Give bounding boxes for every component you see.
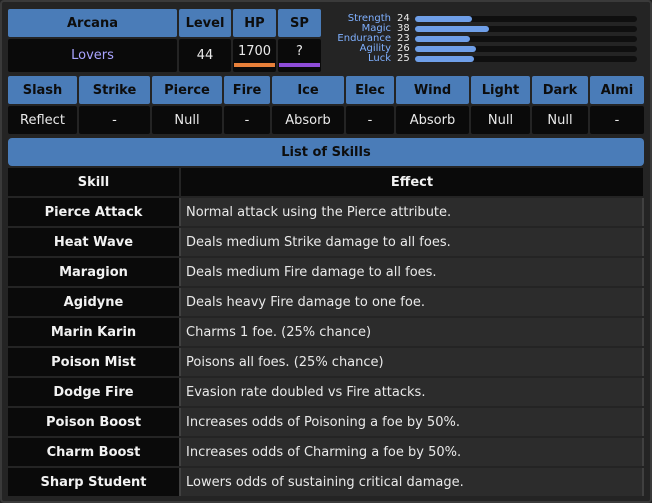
affinity-value-fire: -	[224, 106, 270, 134]
stat-label: Luck	[367, 53, 391, 64]
affinity-value-wind: Absorb	[396, 106, 469, 134]
table-row: Pierce Attack Normal attack using the Pi…	[8, 198, 644, 226]
affinity-value-almi: -	[590, 106, 644, 134]
skill-effect: Deals medium Strike damage to all foes.	[181, 228, 642, 256]
affinity-value-dark: Null	[532, 106, 588, 134]
table-row: Poison Boost Increases odds of Poisoning…	[8, 408, 644, 436]
affinity-value-ice: Absorb	[272, 106, 344, 134]
skill-name: Charm Boost	[8, 438, 179, 466]
hp-value: 1700	[237, 44, 272, 59]
level-header: Level	[179, 9, 231, 37]
skill-effect: Charms 1 foe. (25% chance)	[181, 318, 642, 346]
stat-track	[415, 26, 637, 32]
stat-track	[415, 36, 637, 42]
skills-col-skill: Skill	[8, 168, 179, 196]
stat-fill	[415, 16, 472, 22]
skill-name: Poison Boost	[8, 408, 179, 436]
skill-name: Dodge Fire	[8, 378, 179, 406]
hp-cell: 1700	[233, 39, 276, 72]
affinity-value-elec: -	[346, 106, 394, 134]
skill-name: Heat Wave	[8, 228, 179, 256]
sp-header: SP	[278, 9, 321, 37]
affinity-header-elec: Elec	[346, 76, 394, 104]
skills-title: List of Skills	[8, 138, 644, 166]
table-row: Charm Boost Increases odds of Charming a…	[8, 438, 644, 466]
arcana-header: Arcana	[8, 9, 177, 37]
skill-name: Agidyne	[8, 288, 179, 316]
affinity-value-strike: -	[79, 106, 150, 134]
affinity-header-dark: Dark	[532, 76, 588, 104]
skill-effect: Normal attack using the Pierce attribute…	[181, 198, 642, 226]
table-row: Sharp Student Lowers odds of sustaining …	[8, 468, 644, 496]
stat-value: 25	[397, 53, 410, 64]
stat-track	[415, 16, 637, 22]
hp-bar	[234, 63, 275, 67]
affinity-header-pierce: Pierce	[152, 76, 222, 104]
stat-row-luck: Luck 25	[323, 54, 641, 64]
skill-name: Maragion	[8, 258, 179, 286]
affinity-header-almi: Almi	[590, 76, 644, 104]
affinity-header-slash: Slash	[8, 76, 77, 104]
skill-effect: Lowers odds of sustaining critical damag…	[181, 468, 642, 496]
affinity-header-fire: Fire	[224, 76, 270, 104]
skill-name: Marin Karin	[8, 318, 179, 346]
table-row: Maragion Deals medium Fire damage to all…	[8, 258, 644, 286]
skill-effect: Evasion rate doubled vs Fire attacks.	[181, 378, 642, 406]
skill-effect: Deals medium Fire damage to all foes.	[181, 258, 642, 286]
arcana-value: Lovers	[8, 39, 177, 72]
table-row: Heat Wave Deals medium Strike damage to …	[8, 228, 644, 256]
affinity-header-wind: Wind	[396, 76, 469, 104]
stat-fill	[415, 56, 474, 62]
affinity-value-pierce: Null	[152, 106, 222, 134]
affinity-value-slash: Reflect	[8, 106, 77, 134]
skill-effect: Deals heavy Fire damage to one foe.	[181, 288, 642, 316]
persona-panel: Arcana Lovers Level 44 HP 1700 SP ? Stre…	[0, 0, 652, 503]
table-row: Agidyne Deals heavy Fire damage to one f…	[8, 288, 644, 316]
sp-bar	[279, 63, 320, 67]
affinity-header-ice: Ice	[272, 76, 344, 104]
table-row: Dodge Fire Evasion rate doubled vs Fire …	[8, 378, 644, 406]
skill-name: Pierce Attack	[8, 198, 179, 226]
skill-effect: Poisons all foes. (25% chance)	[181, 348, 642, 376]
skill-name: Sharp Student	[8, 468, 179, 496]
affinity-header-strike: Strike	[79, 76, 150, 104]
affinity-value-light: Null	[471, 106, 530, 134]
stat-fill	[415, 36, 470, 42]
stat-fill	[415, 26, 489, 32]
table-row: Poison Mist Poisons all foes. (25% chanc…	[8, 348, 644, 376]
affinity-header-light: Light	[471, 76, 530, 104]
hp-header: HP	[233, 9, 276, 37]
skill-name: Poison Mist	[8, 348, 179, 376]
stat-fill	[415, 46, 476, 52]
level-value: 44	[179, 39, 231, 72]
skill-effect: Increases odds of Charming a foe by 50%.	[181, 438, 642, 466]
sp-cell: ?	[278, 39, 321, 72]
stat-track	[415, 56, 637, 62]
stat-track	[415, 46, 637, 52]
skill-effect: Increases odds of Poisoning a foe by 50%…	[181, 408, 642, 436]
skills-col-effect: Effect	[181, 168, 643, 196]
table-row: Marin Karin Charms 1 foe. (25% chance)	[8, 318, 644, 346]
stats-panel: Strength 24 Magic 38 Endurance 23 Agilit…	[323, 14, 641, 66]
sp-value: ?	[296, 44, 303, 59]
